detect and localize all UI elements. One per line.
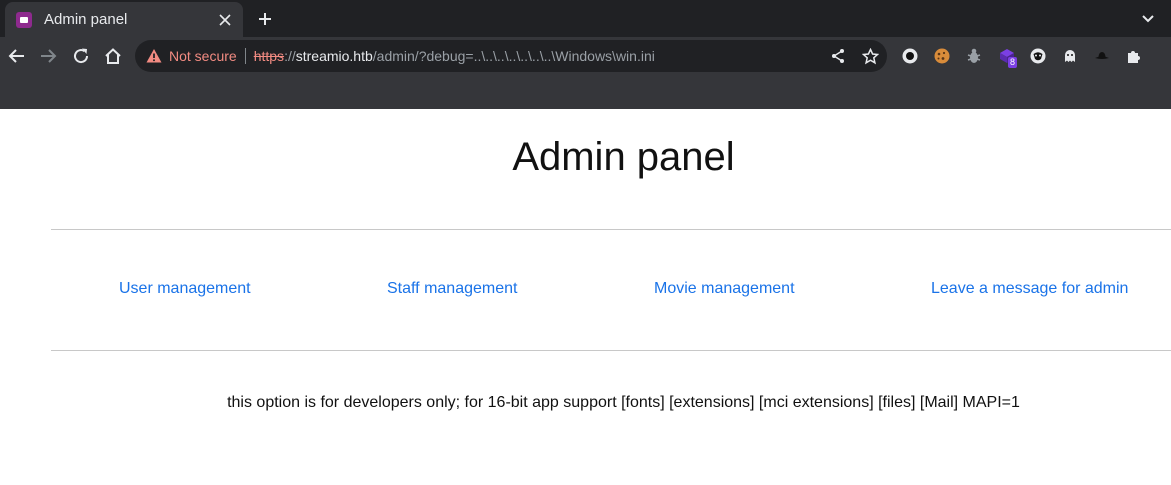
home-icon[interactable] [98, 41, 128, 71]
bottom-divider [51, 350, 1171, 351]
extension-ring-icon[interactable] [898, 44, 922, 68]
url-path: /admin/?debug=..\..\..\..\..\..\..\Windo… [372, 48, 655, 64]
video-camera-icon [16, 11, 32, 28]
cookie-icon[interactable] [930, 44, 954, 68]
browser-tab[interactable]: Admin panel [5, 2, 243, 37]
tab-title: Admin panel [44, 11, 128, 28]
forward-icon[interactable] [33, 41, 63, 71]
not-secure-label[interactable]: Not secure [169, 48, 237, 64]
url-text[interactable]: https://streamio.htb/admin/?debug=..\..\… [254, 48, 655, 64]
nav-link-user-management[interactable]: User management [119, 280, 251, 298]
ghost-extension-icon[interactable] [1058, 44, 1082, 68]
url-host: streamio.htb [295, 48, 373, 64]
bookmarks-bar [0, 75, 1171, 109]
extension-badge: 8 [1008, 57, 1018, 68]
warning-icon[interactable] [146, 48, 162, 64]
extensions-puzzle-icon[interactable] [1122, 44, 1146, 68]
tab-strip: Admin panel [0, 0, 1171, 37]
page-title: Admin panel [512, 135, 735, 179]
bug-extension-icon[interactable] [962, 44, 986, 68]
close-icon[interactable] [211, 6, 239, 34]
mask-extension-icon[interactable] [1026, 44, 1050, 68]
url-scheme: https [253, 48, 285, 64]
tab-search-chevron-icon[interactable] [1133, 4, 1163, 34]
hat-extension-icon[interactable] [1090, 44, 1114, 68]
browser-chrome: Admin panel Not secure https://streamio.… [0, 0, 1171, 109]
reload-icon[interactable] [66, 41, 96, 71]
nav-link-leave-message[interactable]: Leave a message for admin [931, 280, 1128, 298]
nav-link-movie-management[interactable]: Movie management [654, 280, 795, 298]
nav-link-staff-management[interactable]: Staff management [387, 280, 517, 298]
bookmark-star-icon[interactable] [857, 44, 883, 68]
debug-output-text: this option is for developers only; for … [227, 394, 1020, 411]
url-scheme-separator: :// [284, 48, 296, 64]
address-divider [244, 48, 246, 64]
new-tab-plus-icon[interactable] [250, 4, 280, 34]
back-icon[interactable] [2, 41, 32, 71]
admin-page: Admin panel User management Staff manage… [0, 109, 1171, 485]
top-divider [51, 229, 1171, 230]
address-bar[interactable]: Not secure https://streamio.htb/admin/?d… [135, 40, 887, 72]
browser-toolbar: Not secure https://streamio.htb/admin/?d… [0, 37, 1171, 101]
extension-cube-icon[interactable]: 8 [995, 44, 1019, 68]
share-icon[interactable] [825, 44, 851, 68]
